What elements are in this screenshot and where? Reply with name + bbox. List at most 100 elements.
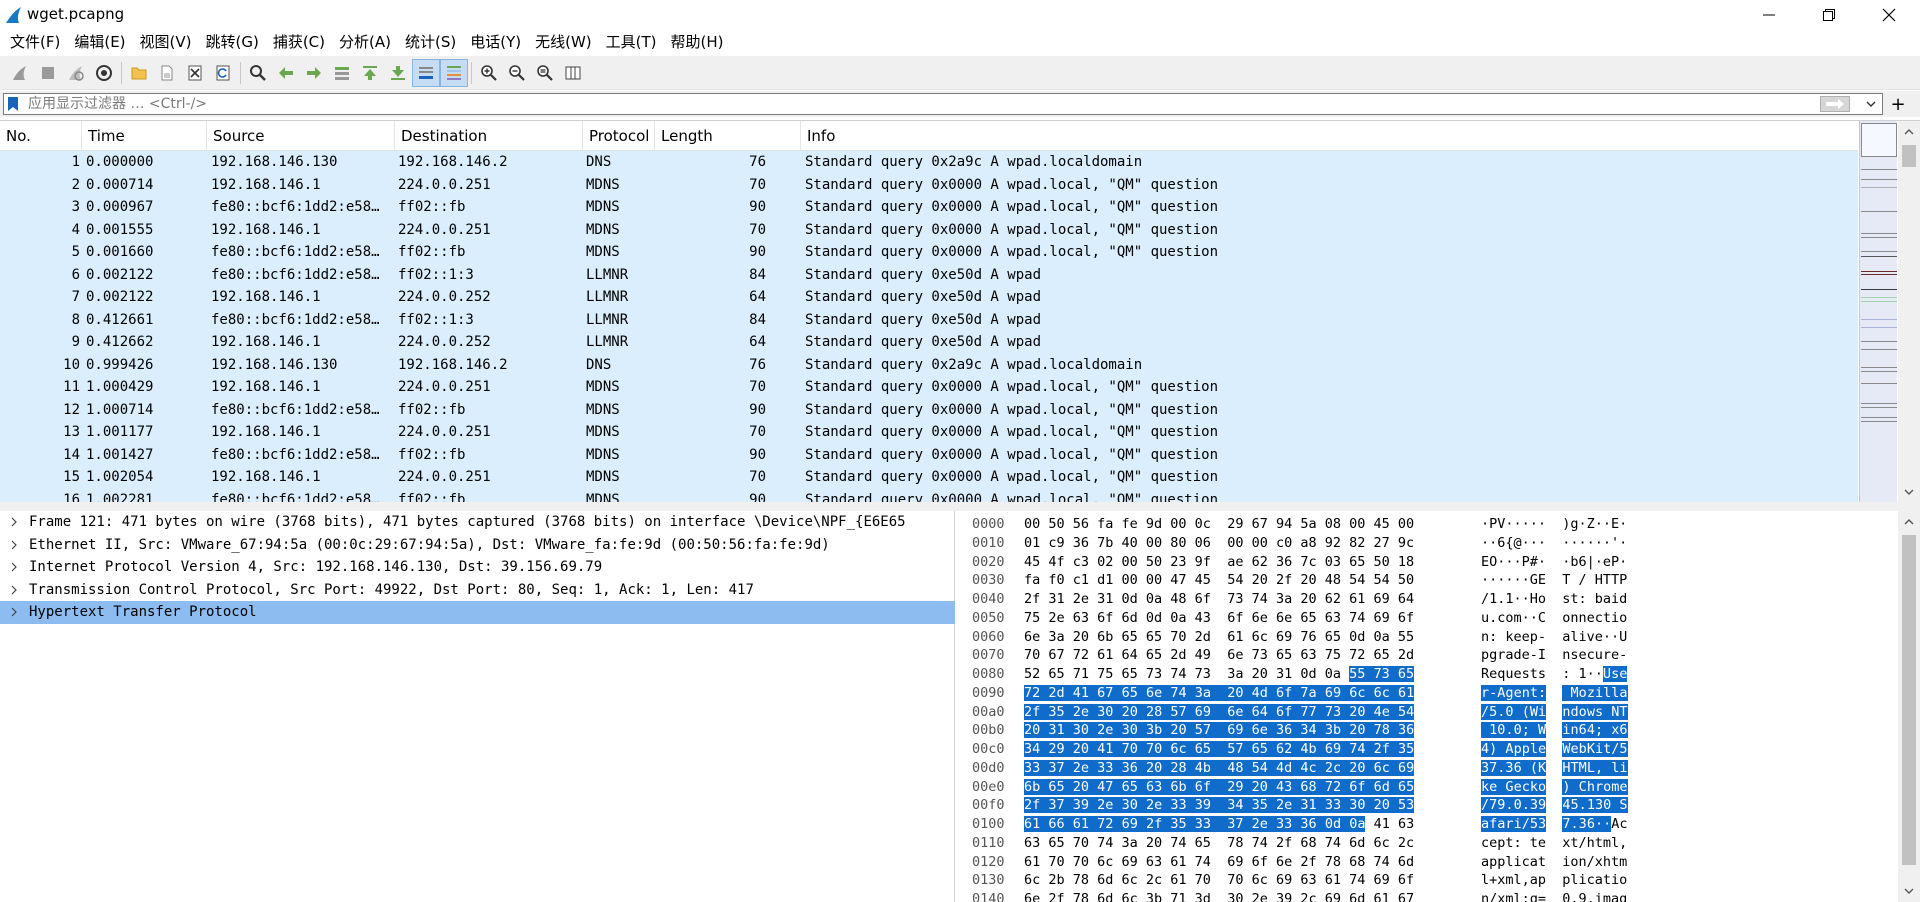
save-file-button[interactable] (153, 59, 181, 87)
chevron-right-icon[interactable] (9, 562, 19, 572)
packet-row[interactable]: 6 0.002122 fe80::bcf6:1dd2:e58… ff02::1:3 LL… (0, 263, 1858, 286)
packet-row[interactable]: 2 0.000714 192.168.146.1 224.0.0.251 MDNS 70 S… (0, 173, 1858, 196)
bytes-scrollbar[interactable] (1898, 511, 1920, 902)
minimize-button[interactable] (1740, 0, 1798, 29)
column-header-protocol[interactable]: Protocol (583, 121, 655, 151)
reload-file-button[interactable] (209, 59, 237, 87)
ascii-bytes[interactable]: /1.1··Ho st: baid (1481, 590, 1627, 609)
stop-capture-button[interactable] (34, 59, 62, 87)
restart-capture-button[interactable] (62, 59, 90, 87)
column-header-time[interactable]: Time (82, 121, 207, 151)
packet-row[interactable]: 3 0.000967 fe80::bcf6:1dd2:e58… ff02::fb MDN… (0, 196, 1858, 219)
ascii-bytes[interactable]: ··6{@··· ······'· (1481, 534, 1627, 553)
ascii-bytes[interactable]: 10.0; W in64; x6 (1481, 721, 1628, 740)
menu-file[interactable]: 文件(F) (3, 29, 67, 55)
zoom-in-button[interactable] (475, 59, 503, 87)
chevron-right-icon[interactable] (9, 517, 19, 527)
scroll-up-icon[interactable] (1902, 125, 1916, 139)
hex-bytes[interactable]: 45 4f c3 02 00 50 23 9f ae 62 36 7c 03 6… (1024, 553, 1414, 572)
chevron-down-icon[interactable] (1864, 97, 1878, 111)
ascii-bytes[interactable]: n: keep- alive··U (1481, 628, 1627, 647)
ascii-bytes[interactable]: afari/53 7.36··Ac (1481, 815, 1628, 834)
menu-help[interactable]: 帮助(H) (664, 29, 731, 55)
chevron-right-icon[interactable] (9, 607, 19, 617)
colorize-button[interactable] (440, 58, 468, 87)
hex-bytes[interactable]: 63 65 70 74 3a 20 74 65 78 74 2f 68 74 6… (1024, 834, 1414, 853)
zoom-normal-button[interactable] (531, 59, 559, 87)
ascii-bytes[interactable]: l+xml,ap plicatio (1481, 871, 1627, 890)
packet-row[interactable]: 14 1.001427 fe80::bcf6:1dd2:e58… ff02::fb MD… (0, 443, 1858, 466)
ascii-bytes[interactable]: ······GE T / HTTP (1481, 571, 1627, 590)
go-forward-button[interactable] (300, 59, 328, 87)
ascii-bytes[interactable]: Requests : 1··Use (1481, 665, 1628, 684)
hex-bytes[interactable]: 52 65 71 75 65 73 74 73 3a 20 31 0d 0a 5… (1024, 665, 1415, 684)
ascii-bytes[interactable]: applicat ion/xhtm (1481, 853, 1627, 872)
ascii-bytes[interactable]: /5.0 (Wi ndows NT (1481, 703, 1628, 722)
zoom-out-button[interactable] (503, 59, 531, 87)
packet-row[interactable]: 5 0.001660 fe80::bcf6:1dd2:e58… ff02::fb MDN… (0, 241, 1858, 264)
ascii-bytes[interactable]: ·PV····· )g·Z··E· (1481, 515, 1627, 534)
go-to-packet-button[interactable] (328, 59, 356, 87)
open-file-button[interactable] (125, 59, 153, 87)
column-header-length[interactable]: Length (655, 121, 801, 151)
menu-statistics[interactable]: 统计(S) (398, 29, 463, 55)
scroll-down-icon[interactable] (1902, 884, 1916, 898)
packet-row[interactable]: 1 0.000000 192.168.146.130 192.168.146.2 DNS… (0, 151, 1858, 174)
go-back-button[interactable] (272, 59, 300, 87)
scroll-down-icon[interactable] (1902, 485, 1916, 499)
detail-tree-item[interactable]: Internet Protocol Version 4, Src: 192.16… (0, 556, 955, 579)
packet-row[interactable]: 4 0.001555 192.168.146.1 224.0.0.251 MDNS 70 S… (0, 218, 1858, 241)
packet-row[interactable]: 11 1.000429 192.168.146.1 224.0.0.251 MDNS 70… (0, 376, 1858, 399)
packet-list-scrollbar[interactable] (1898, 121, 1920, 503)
ascii-bytes[interactable]: EO···P#· ·b6|·eP· (1481, 553, 1627, 572)
menu-capture[interactable]: 捕获(C) (266, 29, 332, 55)
ascii-bytes[interactable]: u.com··C onnectio (1481, 609, 1627, 628)
ascii-bytes[interactable]: r-Agent: Mozilla (1481, 684, 1628, 703)
hex-bytes[interactable]: fa f0 c1 d1 00 00 47 45 54 20 2f 20 48 5… (1024, 571, 1414, 590)
go-last-button[interactable] (384, 59, 412, 87)
packet-row[interactable]: 9 0.412662 192.168.146.1 224.0.0.252 LLMNR 64… (0, 331, 1858, 354)
start-capture-button[interactable] (6, 59, 34, 87)
ascii-bytes[interactable]: pgrade-I nsecure- (1481, 646, 1627, 665)
packet-row[interactable]: 12 1.000714 fe80::bcf6:1dd2:e58… ff02::fb MD… (0, 398, 1858, 421)
hex-bytes[interactable]: 33 37 2e 33 36 20 28 4b 48 54 4d 4c 2c 2… (1024, 759, 1415, 778)
scrollbar-thumb[interactable] (1902, 145, 1916, 167)
pane-splitter[interactable] (0, 502, 1920, 511)
column-header-info[interactable]: Info (801, 121, 1858, 151)
apply-filter-button[interactable] (1820, 96, 1850, 112)
resize-columns-button[interactable] (559, 59, 587, 87)
capture-options-button[interactable] (90, 59, 118, 87)
menu-go[interactable]: 跳转(G) (199, 29, 266, 55)
hex-bytes[interactable]: 75 2e 63 6f 6d 0d 0a 43 6f 6e 6e 65 63 7… (1024, 609, 1414, 628)
hex-bytes[interactable]: 34 29 20 41 70 70 6c 65 57 65 62 4b 69 7… (1024, 740, 1415, 759)
ascii-bytes[interactable]: /79.0.39 45.130 S (1481, 796, 1628, 815)
hex-bytes[interactable]: 61 70 70 6c 69 63 61 74 69 6f 6e 2f 78 6… (1024, 853, 1414, 872)
packet-row[interactable]: 13 1.001177 192.168.146.1 224.0.0.251 MDNS 70… (0, 421, 1858, 444)
autoscroll-button[interactable] (412, 58, 440, 87)
column-header-destination[interactable]: Destination (395, 121, 583, 151)
detail-tree-item[interactable]: Hypertext Transfer Protocol (0, 601, 955, 624)
hex-bytes[interactable]: 20 31 30 2e 30 3b 20 57 69 6e 36 34 3b 2… (1024, 721, 1415, 740)
hex-bytes[interactable]: 61 66 61 72 69 2f 35 33 37 2e 33 36 0d 0… (1024, 815, 1414, 834)
menu-analyze[interactable]: 分析(A) (332, 29, 398, 55)
hex-bytes[interactable]: 2f 31 2e 31 0d 0a 48 6f 73 74 3a 20 62 6… (1024, 590, 1414, 609)
hex-bytes[interactable]: 2f 37 39 2e 30 2e 33 39 34 35 2e 31 33 3… (1024, 796, 1415, 815)
packet-row[interactable]: 16 1.002281 fe80::bcf6:1dd2:e58… ff02::fb MD… (0, 488, 1858, 503)
close-file-button[interactable] (181, 59, 209, 87)
ascii-bytes[interactable]: 37.36 (K HTML, li (1481, 759, 1628, 778)
packet-row[interactable]: 7 0.002122 192.168.146.1 224.0.0.252 LLMNR 64… (0, 286, 1858, 309)
go-first-button[interactable] (356, 59, 384, 87)
hex-bytes[interactable]: 00 50 56 fa fe 9d 00 0c 29 67 94 5a 08 0… (1024, 515, 1414, 534)
find-packet-button[interactable] (244, 59, 272, 87)
packet-minimap[interactable] (1859, 121, 1897, 503)
menu-edit[interactable]: 编辑(E) (67, 29, 132, 55)
hex-bytes[interactable]: 2f 35 2e 30 20 28 57 69 6e 64 6f 77 73 2… (1024, 703, 1415, 722)
hex-bytes[interactable]: 6b 65 20 47 65 63 6b 6f 29 20 43 68 72 6… (1024, 778, 1415, 797)
detail-tree-item[interactable]: Transmission Control Protocol, Src Port:… (0, 579, 955, 602)
detail-tree-item[interactable]: Frame 121: 471 bytes on wire (3768 bits)… (0, 511, 955, 534)
scrollbar-thumb[interactable] (1902, 535, 1916, 865)
menu-wireless[interactable]: 无线(W) (528, 29, 599, 55)
hex-bytes[interactable]: 6e 3a 20 6b 65 65 70 2d 61 6c 69 76 65 0… (1024, 628, 1414, 647)
scroll-up-icon[interactable] (1902, 515, 1916, 529)
minimap-viewport[interactable] (1861, 123, 1897, 157)
